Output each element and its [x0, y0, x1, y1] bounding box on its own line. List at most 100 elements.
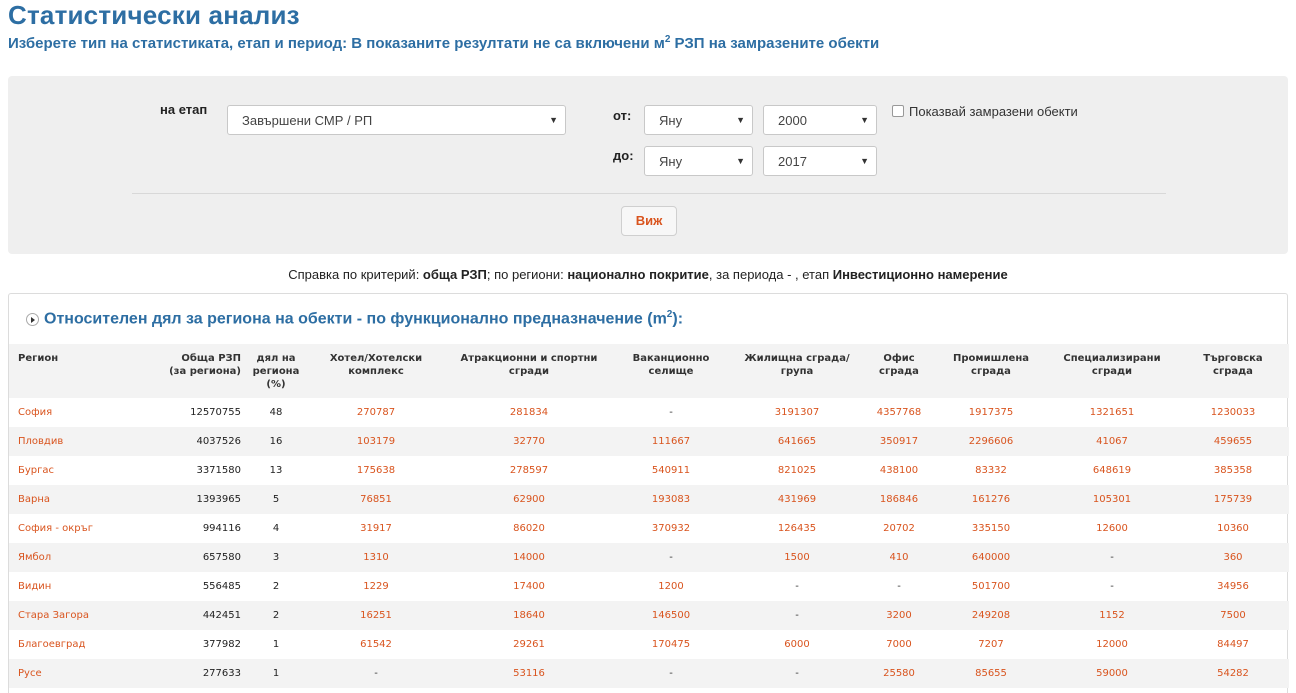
area-value-link[interactable]: 12000 [1047, 630, 1177, 659]
region-link[interactable]: София [9, 398, 143, 427]
area-value-link[interactable]: 501700 [935, 572, 1047, 601]
empty-value-cell: - [731, 601, 863, 630]
from-year-select[interactable]: 2000 ▼ [763, 105, 877, 135]
area-value-link[interactable]: 59000 [1047, 659, 1177, 688]
area-value-link[interactable]: 20702 [863, 514, 935, 543]
area-value-link[interactable]: 1917375 [935, 398, 1047, 427]
area-value-link[interactable]: 385358 [1177, 456, 1289, 485]
area-value-link[interactable]: 438100 [863, 456, 935, 485]
area-value-link[interactable]: 54282 [1177, 659, 1289, 688]
area-value-link[interactable]: 18640 [447, 601, 611, 630]
area-value-link[interactable]: 4357768 [863, 398, 935, 427]
to-month-select[interactable]: Яну ▼ [644, 146, 753, 176]
region-link[interactable]: Благоевград [9, 630, 143, 659]
to-year-value: 2017 [778, 154, 807, 169]
area-value-link[interactable]: 12600 [1047, 514, 1177, 543]
area-value-link[interactable]: 175638 [305, 456, 447, 485]
area-value-link[interactable]: 335150 [935, 514, 1047, 543]
to-year-select[interactable]: 2017 ▼ [763, 146, 877, 176]
area-value-link[interactable]: 186846 [863, 485, 935, 514]
area-value-link[interactable]: 648619 [1047, 456, 1177, 485]
area-value-link[interactable]: 281834 [447, 398, 611, 427]
area-value-link[interactable]: 1230033 [1177, 398, 1289, 427]
area-value-link[interactable]: 34956 [1177, 572, 1289, 601]
region-link[interactable]: Ямбол [9, 543, 143, 572]
area-value-link[interactable]: 7500 [1177, 601, 1289, 630]
region-share-cell: 2 [272, 581, 280, 592]
area-value-link[interactable]: 10360 [1177, 514, 1289, 543]
area-value-link[interactable]: 7207 [935, 630, 1047, 659]
area-value-link[interactable]: 540911 [611, 456, 731, 485]
area-value-link[interactable]: 85655 [935, 659, 1047, 688]
area-value-link[interactable]: 25580 [863, 659, 935, 688]
expand-arrow-icon[interactable] [26, 313, 39, 326]
area-value-link[interactable]: 410 [863, 543, 935, 572]
column-header: Атракционни и спортни сгради [447, 344, 611, 398]
area-value-link[interactable]: 111667 [611, 427, 731, 456]
area-value-link[interactable]: 3200 [863, 601, 935, 630]
area-value-link[interactable]: 640000 [935, 543, 1047, 572]
region-link[interactable]: Пловдив [9, 427, 143, 456]
area-value-link[interactable]: 126435 [731, 514, 863, 543]
area-value-link[interactable]: 193083 [611, 485, 731, 514]
area-value-link[interactable]: 431969 [731, 485, 863, 514]
area-value-link[interactable]: 76851 [305, 485, 447, 514]
region-link[interactable]: Видин [9, 572, 143, 601]
area-value-link[interactable]: 175739 [1177, 485, 1289, 514]
area-value-link[interactable]: 41067 [1047, 427, 1177, 456]
area-value-link[interactable]: 1310 [305, 543, 447, 572]
area-value-link[interactable]: 2296606 [935, 427, 1047, 456]
region-link[interactable]: Русе [9, 659, 143, 688]
frozen-objects-label[interactable]: Показвай замразени обекти [909, 104, 1078, 119]
chevron-down-icon: ▼ [736, 115, 745, 125]
area-value-link[interactable]: 370932 [611, 514, 731, 543]
area-value-link[interactable]: 146500 [611, 601, 731, 630]
area-value-link[interactable]: 3191307 [731, 398, 863, 427]
area-value-link[interactable]: 83332 [935, 456, 1047, 485]
from-month-select[interactable]: Яну ▼ [644, 105, 753, 135]
area-value-link[interactable]: 84497 [1177, 630, 1289, 659]
view-button[interactable]: Виж [621, 206, 677, 236]
area-value-link[interactable]: 360 [1177, 543, 1289, 572]
area-value-link[interactable]: 278597 [447, 456, 611, 485]
region-link[interactable]: Варна [9, 485, 143, 514]
region-link[interactable]: София - окръг [9, 514, 143, 543]
region-share-cell: 1 [247, 659, 305, 688]
area-value-link[interactable]: 1200 [611, 572, 731, 601]
area-value-link[interactable]: 16251 [305, 601, 447, 630]
area-value-link[interactable]: 1152 [1047, 601, 1177, 630]
area-value-link[interactable]: 270787 [305, 398, 447, 427]
region-link[interactable]: Бургас [9, 456, 143, 485]
area-value-link[interactable]: 62900 [447, 485, 611, 514]
area-value-link[interactable]: 7000 [863, 630, 935, 659]
column-header: Специализирани сгради [1047, 344, 1177, 398]
from-month-value: Яну [659, 113, 683, 128]
area-value-link[interactable]: 17400 [447, 572, 611, 601]
total-area-cell: 3371580 [196, 465, 241, 476]
area-value-link[interactable]: 249208 [935, 601, 1047, 630]
area-value-link[interactable]: 170475 [611, 630, 731, 659]
area-value-link[interactable]: 29261 [447, 630, 611, 659]
area-value-link[interactable]: 14000 [447, 543, 611, 572]
area-value-link[interactable]: 53116 [447, 659, 611, 688]
chevron-down-icon: ▼ [860, 156, 869, 166]
region-link[interactable]: Стара Загора [9, 601, 143, 630]
area-value-link[interactable]: 459655 [1177, 427, 1289, 456]
area-value-link[interactable]: 6000 [731, 630, 863, 659]
area-value-link[interactable]: 32770 [447, 427, 611, 456]
to-month-value: Яну [659, 154, 683, 169]
area-value-link[interactable]: 641665 [731, 427, 863, 456]
area-value-link[interactable]: 103179 [305, 427, 447, 456]
area-value-link[interactable]: 105301 [1047, 485, 1177, 514]
area-value-link[interactable]: 821025 [731, 456, 863, 485]
area-value-link[interactable]: 61542 [305, 630, 447, 659]
area-value-link[interactable]: 1321651 [1047, 398, 1177, 427]
checkbox-box[interactable] [892, 105, 904, 117]
area-value-link[interactable]: 31917 [305, 514, 447, 543]
area-value-link[interactable]: 1500 [731, 543, 863, 572]
area-value-link[interactable]: 1229 [305, 572, 447, 601]
area-value-link[interactable]: 86020 [447, 514, 611, 543]
stage-select[interactable]: Завършени СМР / РП ▼ [227, 105, 566, 135]
area-value-link[interactable]: 161276 [935, 485, 1047, 514]
area-value-link[interactable]: 350917 [863, 427, 935, 456]
